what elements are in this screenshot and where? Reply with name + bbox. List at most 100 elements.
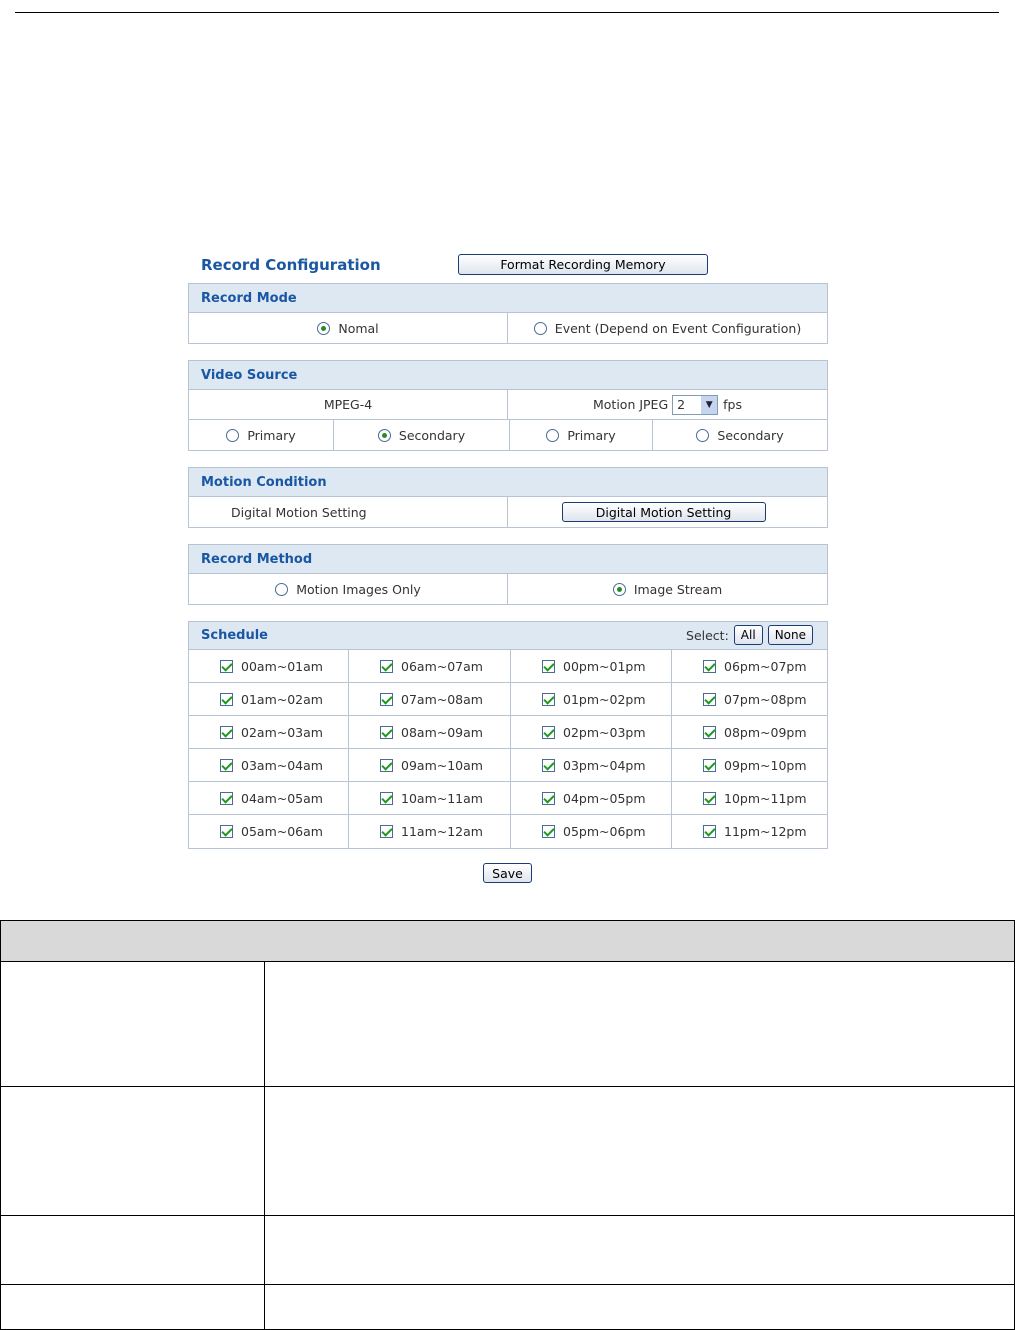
checkbox-checked-icon[interactable] bbox=[380, 659, 393, 673]
checkbox-checked-icon[interactable] bbox=[542, 758, 555, 772]
schedule-row: 02am~03am 08am~09am 02pm~03pm 08pm~09pm bbox=[189, 716, 827, 749]
schedule-slot[interactable]: 02am~03am bbox=[189, 716, 349, 748]
checkbox-checked-icon[interactable] bbox=[703, 692, 716, 706]
checkbox-checked-icon[interactable] bbox=[220, 758, 233, 772]
schedule-slot[interactable]: 08am~09am bbox=[349, 716, 511, 748]
schedule-row: 03am~04am 09am~10am 03pm~04pm 09pm~10pm bbox=[189, 749, 827, 782]
checkbox-checked-icon[interactable] bbox=[220, 659, 233, 673]
schedule-slot-label: 07am~08am bbox=[401, 691, 483, 707]
record-mode-event-option[interactable]: Event (Depend on Event Configuration) bbox=[508, 313, 827, 343]
schedule-slot[interactable]: 03pm~04pm bbox=[511, 749, 672, 781]
schedule-slot[interactable]: 06am~07am bbox=[349, 650, 511, 682]
schedule-slot[interactable]: 11pm~12pm bbox=[672, 815, 827, 848]
table-cell bbox=[264, 1086, 1015, 1216]
schedule-slot[interactable]: 09pm~10pm bbox=[672, 749, 827, 781]
schedule-row: 05am~06am 11am~12am 05pm~06pm 11pm~12pm bbox=[189, 815, 827, 848]
schedule-slot[interactable]: 01am~02am bbox=[189, 683, 349, 715]
schedule-slot[interactable]: 06pm~07pm bbox=[672, 650, 827, 682]
schedule-slot[interactable]: 05am~06am bbox=[189, 815, 349, 848]
radio-unselected-icon[interactable] bbox=[533, 321, 547, 335]
radio-selected-icon[interactable] bbox=[377, 428, 391, 442]
table-cell bbox=[0, 1086, 265, 1216]
table-cell bbox=[264, 1215, 1015, 1285]
checkbox-checked-icon[interactable] bbox=[542, 692, 555, 706]
schedule-slot-label: 00am~01am bbox=[241, 658, 323, 674]
video-source-header: Video Source bbox=[189, 361, 827, 390]
checkbox-checked-icon[interactable] bbox=[220, 692, 233, 706]
checkbox-checked-icon[interactable] bbox=[220, 725, 233, 739]
schedule-slot[interactable]: 08pm~09pm bbox=[672, 716, 827, 748]
record-mode-header: Record Mode bbox=[189, 284, 827, 313]
digital-motion-setting-button[interactable]: Digital Motion Setting bbox=[561, 502, 766, 522]
checkbox-checked-icon[interactable] bbox=[380, 725, 393, 739]
checkbox-checked-icon[interactable] bbox=[542, 791, 555, 805]
select-label: Select: bbox=[686, 627, 729, 643]
mpeg4-secondary-option[interactable]: Secondary bbox=[334, 420, 510, 450]
checkbox-checked-icon[interactable] bbox=[220, 825, 233, 838]
schedule-slot[interactable]: 11am~12am bbox=[349, 815, 511, 848]
checkbox-checked-icon[interactable] bbox=[703, 791, 716, 805]
checkbox-checked-icon[interactable] bbox=[220, 791, 233, 805]
format-recording-memory-button[interactable]: Format Recording Memory bbox=[458, 254, 708, 275]
schedule-slot[interactable]: 10am~11am bbox=[349, 782, 511, 814]
radio-unselected-icon[interactable] bbox=[696, 428, 710, 442]
select-none-button[interactable]: None bbox=[767, 625, 813, 645]
checkbox-checked-icon[interactable] bbox=[542, 725, 555, 739]
schedule-slot[interactable]: 10pm~11pm bbox=[672, 782, 827, 814]
schedule-slot[interactable]: 03am~04am bbox=[189, 749, 349, 781]
checkbox-checked-icon[interactable] bbox=[380, 791, 393, 805]
select-all-button[interactable]: All bbox=[733, 625, 763, 645]
schedule-slot[interactable]: 07pm~08pm bbox=[672, 683, 827, 715]
checkbox-checked-icon[interactable] bbox=[380, 825, 393, 838]
checkbox-checked-icon[interactable] bbox=[380, 758, 393, 772]
mjpeg-primary-option[interactable]: Primary bbox=[510, 420, 653, 450]
checkbox-checked-icon[interactable] bbox=[542, 659, 555, 673]
schedule-grid: 00am~01am 06am~07am 00pm~01pm 06pm~07pm 01am… bbox=[189, 650, 827, 848]
checkbox-checked-icon[interactable] bbox=[380, 692, 393, 706]
page-title: Record Configuration bbox=[201, 256, 381, 274]
radio-unselected-icon[interactable] bbox=[275, 582, 289, 596]
schedule-slot-label: 06pm~07pm bbox=[724, 658, 807, 674]
image-stream-option[interactable]: Image Stream bbox=[508, 574, 827, 604]
mpeg4-primary-label: Primary bbox=[247, 427, 296, 443]
schedule-slot-label: 07pm~08pm bbox=[724, 691, 807, 707]
table-cell bbox=[0, 1215, 265, 1285]
schedule-slot-label: 06am~07am bbox=[401, 658, 483, 674]
schedule-slot[interactable]: 00am~01am bbox=[189, 650, 349, 682]
radio-unselected-icon[interactable] bbox=[546, 428, 560, 442]
schedule-slot-label: 09pm~10pm bbox=[724, 757, 807, 773]
schedule-slot-label: 11pm~12pm bbox=[724, 824, 807, 839]
schedule-title: Schedule bbox=[201, 628, 268, 643]
chevron-down-icon[interactable]: ▼ bbox=[701, 395, 718, 414]
schedule-slot[interactable]: 01pm~02pm bbox=[511, 683, 672, 715]
schedule-section: Schedule Select: All None 00am~01am 06am~… bbox=[188, 621, 828, 849]
mpeg4-primary-option[interactable]: Primary bbox=[189, 420, 334, 450]
mjpeg-label: Motion JPEG bbox=[592, 397, 669, 412]
schedule-slot[interactable]: 07am~08am bbox=[349, 683, 511, 715]
checkbox-checked-icon[interactable] bbox=[703, 725, 716, 739]
schedule-slot-label: 11am~12am bbox=[401, 824, 483, 839]
checkbox-checked-icon[interactable] bbox=[703, 825, 716, 838]
schedule-slot[interactable]: 05pm~06pm bbox=[511, 815, 672, 848]
checkbox-checked-icon[interactable] bbox=[703, 758, 716, 772]
schedule-slot[interactable]: 04pm~05pm bbox=[511, 782, 672, 814]
schedule-row: 04am~05am 10am~11am 04pm~05pm 10pm~11pm bbox=[189, 782, 827, 815]
schedule-slot-label: 05am~06am bbox=[241, 824, 323, 839]
description-table bbox=[0, 920, 1015, 1330]
checkbox-checked-icon[interactable] bbox=[542, 825, 555, 838]
mjpeg-secondary-option[interactable]: Secondary bbox=[653, 420, 827, 450]
schedule-slot[interactable]: 04am~05am bbox=[189, 782, 349, 814]
schedule-slot[interactable]: 00pm~01pm bbox=[511, 650, 672, 682]
motion-images-only-option[interactable]: Motion Images Only bbox=[189, 574, 508, 604]
video-source-section: Video Source MPEG-4 Motion JPEG 2 ▼ fps … bbox=[188, 360, 828, 451]
checkbox-checked-icon[interactable] bbox=[703, 659, 716, 673]
schedule-slot-label: 10pm~11pm bbox=[724, 790, 807, 806]
record-mode-normal-option[interactable]: Nomal bbox=[189, 313, 508, 343]
radio-selected-icon[interactable] bbox=[612, 582, 626, 596]
schedule-slot[interactable]: 02pm~03pm bbox=[511, 716, 672, 748]
radio-unselected-icon[interactable] bbox=[226, 428, 240, 442]
fps-select[interactable]: 2 ▼ bbox=[672, 394, 719, 415]
save-button[interactable]: Save bbox=[483, 863, 532, 883]
schedule-slot[interactable]: 09am~10am bbox=[349, 749, 511, 781]
radio-selected-icon[interactable] bbox=[317, 321, 331, 335]
